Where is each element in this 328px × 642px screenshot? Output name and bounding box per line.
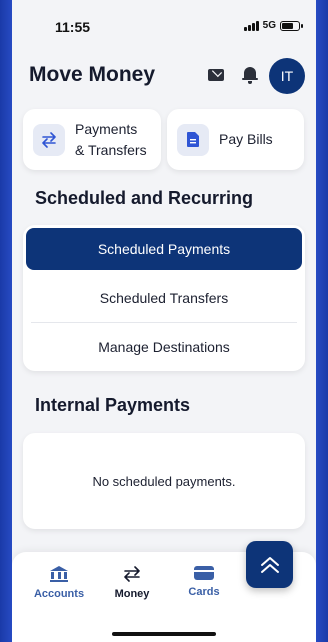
status-bar: 11:55 5G [12, 0, 316, 52]
page-title: Move Money [29, 63, 156, 86]
pay-bills-button[interactable]: Pay Bills [167, 109, 304, 170]
nav-accounts[interactable]: Accounts [29, 566, 89, 600]
nav-money-label: Money [114, 588, 150, 600]
credit-card-icon [194, 566, 214, 580]
nav-accounts-label: Accounts [33, 588, 85, 600]
scroll-to-top-button[interactable] [246, 541, 293, 588]
avatar[interactable]: IT [269, 58, 305, 94]
nav-cards-label: Cards [188, 586, 220, 598]
internal-section-title: Internal Payments [35, 395, 191, 415]
scheduled-options-card: Scheduled Payments Scheduled Transfers M… [23, 225, 305, 371]
payments-transfers-button[interactable]: Payments & Transfers [23, 109, 161, 170]
pay-bills-label: Pay Bills [219, 131, 273, 147]
signal-icon [244, 20, 259, 31]
battery-icon [280, 20, 303, 31]
scheduled-transfers-button[interactable]: Scheduled Transfers [26, 277, 302, 319]
nav-money[interactable]: Money [102, 566, 162, 600]
bell-icon[interactable] [242, 66, 258, 84]
internal-payments-card: No scheduled payments. [23, 433, 305, 529]
status-icons: 5G [244, 20, 303, 31]
nav-cards[interactable]: Cards [174, 566, 234, 598]
home-indicator [112, 632, 216, 636]
manage-destinations-button[interactable]: Manage Destinations [26, 326, 302, 368]
transfer-arrows-icon [124, 566, 140, 582]
bank-icon [50, 566, 68, 582]
payments-transfers-label: Payments & Transfers [75, 120, 147, 158]
status-time: 11:55 [55, 19, 91, 35]
scheduled-section-title: Scheduled and Recurring [35, 188, 254, 208]
scheduled-payments-button[interactable]: Scheduled Payments [26, 228, 302, 270]
empty-message: No scheduled payments. [92, 473, 236, 489]
phone-screen: 11:55 5G Move Money IT Payments & Transf… [12, 0, 316, 642]
network-label: 5G [262, 20, 276, 31]
mail-icon[interactable] [208, 69, 224, 81]
divider [31, 322, 297, 323]
document-icon [177, 123, 209, 156]
transfer-arrows-icon [33, 123, 65, 156]
double-chevron-up-icon [260, 556, 279, 573]
